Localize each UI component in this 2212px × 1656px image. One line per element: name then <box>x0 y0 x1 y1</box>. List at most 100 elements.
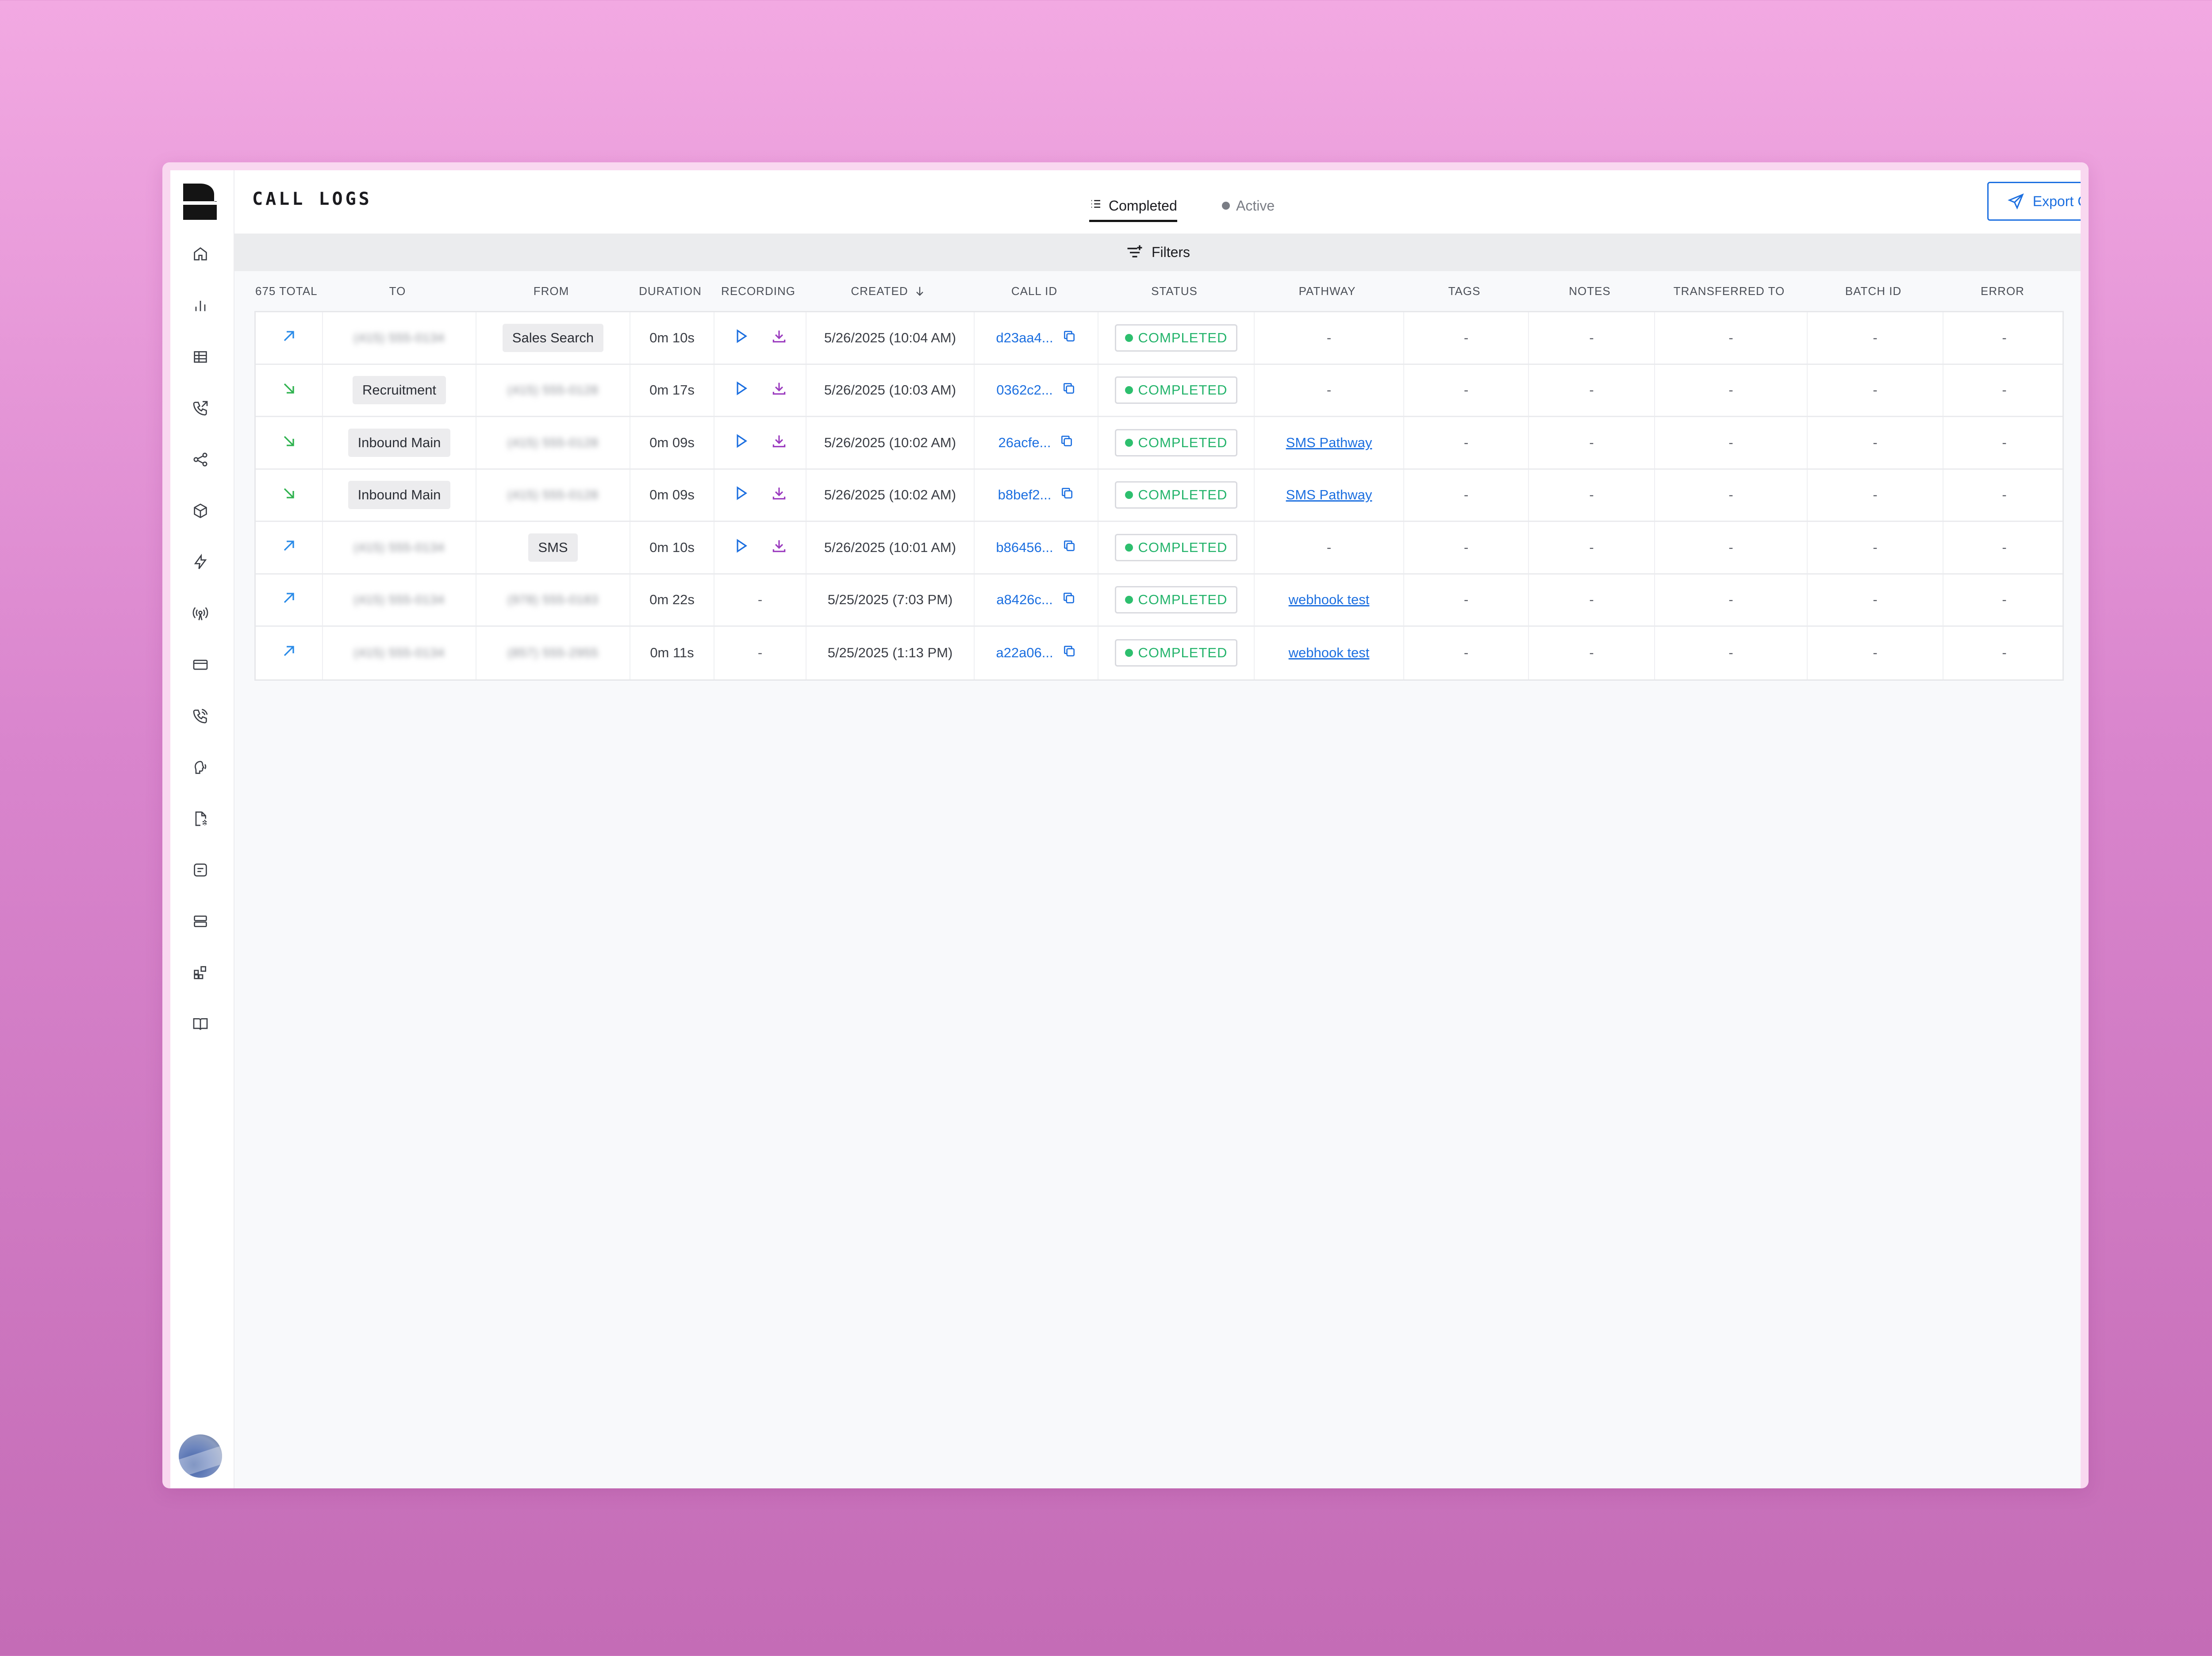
header-batch-id[interactable]: BATCH ID <box>1805 271 1941 311</box>
message-square-icon[interactable] <box>188 858 213 882</box>
tags-value: - <box>1463 487 1469 503</box>
table-row[interactable]: Inbound Main (415) 555-0128 0m 09s 5/26/202… <box>256 417 2062 470</box>
download-icon[interactable] <box>771 433 787 453</box>
header-to[interactable]: TO <box>321 271 474 311</box>
tab-active[interactable]: Active <box>1222 193 1275 218</box>
notes-value: - <box>1589 592 1594 608</box>
call-id-text[interactable]: 0362c2... <box>996 382 1053 398</box>
server-icon[interactable] <box>188 909 213 934</box>
credit-card-icon[interactable] <box>188 652 213 677</box>
call-id[interactable]: 0362c2... <box>996 381 1076 399</box>
header-notes[interactable]: NOTES <box>1527 271 1653 311</box>
call-id-text[interactable]: a22a06... <box>996 645 1053 661</box>
from-cell: (978) 555-0183 <box>476 574 630 625</box>
header-created[interactable]: CREATED <box>804 271 972 311</box>
number-label-pill: Recruitment <box>352 376 446 405</box>
header-pathway[interactable]: PATHWAY <box>1252 271 1402 311</box>
play-icon[interactable] <box>733 485 749 505</box>
pathway-link[interactable]: webhook test <box>1289 592 1370 608</box>
pathway-link[interactable]: SMS Pathway <box>1286 487 1372 503</box>
call-id-text[interactable]: 26acfe... <box>998 435 1051 451</box>
copy-icon[interactable] <box>1062 644 1076 662</box>
play-icon[interactable] <box>733 380 749 400</box>
pathway-link[interactable]: webhook test <box>1289 645 1370 661</box>
pathway-link[interactable]: SMS Pathway <box>1286 435 1372 451</box>
table-row[interactable]: Recruitment (415) 555-0128 0m 17s 5/26/2025… <box>256 364 2062 417</box>
call-id[interactable]: d23aa4... <box>996 329 1076 347</box>
copy-icon[interactable] <box>1062 381 1076 399</box>
table-row[interactable]: (415) 555-0134 Sales Search 0m 10s 5/26/202… <box>256 312 2062 365</box>
tags-value: - <box>1463 592 1469 608</box>
table-row[interactable]: Inbound Main (415) 555-0128 0m 09s 5/26/202… <box>256 469 2062 522</box>
bar-chart-icon[interactable] <box>188 293 213 318</box>
phone-call-icon[interactable] <box>188 704 213 728</box>
header-tags[interactable]: TAGS <box>1402 271 1527 311</box>
notes-cell: - <box>1528 627 1654 679</box>
created-value: 5/26/2025 (10:02 AM) <box>824 434 956 450</box>
call-id[interactable]: a8426c... <box>996 591 1076 609</box>
logo-icon <box>183 184 217 220</box>
batch-id-cell: - <box>1807 417 1943 468</box>
copy-icon[interactable] <box>1062 539 1076 556</box>
call-id[interactable]: b8bef2... <box>998 486 1075 504</box>
tab-completed[interactable]: Completed <box>1089 193 1177 222</box>
phone-number: (415) 555-0128 <box>507 435 599 449</box>
tab-active-label: Active <box>1236 197 1275 214</box>
widgets-icon[interactable] <box>188 960 213 985</box>
status-text: COMPLETED <box>1138 330 1228 345</box>
download-icon[interactable] <box>771 537 787 558</box>
header-status[interactable]: STATUS <box>1096 271 1252 311</box>
play-icon[interactable] <box>733 328 749 348</box>
status-text: COMPLETED <box>1138 539 1228 555</box>
call-id[interactable]: 26acfe... <box>998 434 1074 452</box>
download-icon[interactable] <box>771 485 787 505</box>
phone-outgoing-icon[interactable] <box>188 396 213 421</box>
lightning-icon[interactable] <box>188 550 213 575</box>
broadcast-icon[interactable] <box>188 601 213 626</box>
copy-icon[interactable] <box>1062 329 1076 347</box>
status-badge: COMPLETED <box>1114 324 1238 352</box>
header-error[interactable]: ERROR <box>1941 271 2064 311</box>
table-row[interactable]: (415) 555-0134 (978) 555-0183 0m 22s - 5/25/… <box>256 574 2062 627</box>
copy-icon[interactable] <box>1060 434 1074 452</box>
call-id-text[interactable]: d23aa4... <box>996 330 1053 346</box>
notes-value: - <box>1589 487 1594 503</box>
sort-down-icon[interactable] <box>914 285 926 297</box>
call-id[interactable]: b86456... <box>996 539 1076 556</box>
share-nodes-icon[interactable] <box>188 447 213 472</box>
call-id-text[interactable]: b8bef2... <box>998 487 1052 503</box>
status-dot-icon <box>1125 491 1133 499</box>
download-icon[interactable] <box>771 328 787 348</box>
table-row[interactable]: (415) 555-0134 (857) 555-2955 0m 11s - 5/25/… <box>256 627 2062 679</box>
header-transferred-to[interactable]: TRANSFERRED TO <box>1653 271 1805 311</box>
header-call-id[interactable]: CALL ID <box>972 271 1096 311</box>
header-recording[interactable]: RECORDING <box>712 271 804 311</box>
cube-icon[interactable] <box>188 498 213 523</box>
book-icon[interactable] <box>188 1012 213 1036</box>
table-row[interactable]: (415) 555-0134 SMS 0m 10s 5/26/2025 (10:01 … <box>256 522 2062 575</box>
home-icon[interactable] <box>188 242 213 266</box>
play-icon[interactable] <box>733 537 749 558</box>
export-calls-button[interactable]: Export Calls <box>1987 182 2081 221</box>
tags-value: - <box>1463 382 1469 398</box>
table-icon[interactable] <box>188 345 213 369</box>
header-duration[interactable]: DURATION <box>628 271 712 311</box>
voice-icon[interactable] <box>188 755 213 780</box>
call-id-text[interactable]: a8426c... <box>996 592 1053 608</box>
header-from[interactable]: FROM <box>474 271 628 311</box>
inbound-arrow-icon <box>280 484 298 506</box>
status-text: COMPLETED <box>1138 592 1228 608</box>
call-id-text[interactable]: b86456... <box>996 540 1053 556</box>
download-icon[interactable] <box>771 380 787 400</box>
copy-icon[interactable] <box>1062 591 1076 609</box>
created-value: 5/26/2025 (10:03 AM) <box>824 382 956 398</box>
call-id[interactable]: a22a06... <box>996 644 1076 662</box>
play-icon[interactable] <box>733 433 749 453</box>
pathway-cell: - <box>1254 522 1403 573</box>
transferred-to-cell: - <box>1654 312 1807 364</box>
copy-icon[interactable] <box>1060 486 1074 504</box>
duration-value: 0m 11s <box>650 645 694 661</box>
avatar[interactable] <box>179 1434 222 1478</box>
filters-button[interactable]: Filters <box>1125 243 1190 262</box>
document-scan-icon[interactable] <box>188 806 213 831</box>
